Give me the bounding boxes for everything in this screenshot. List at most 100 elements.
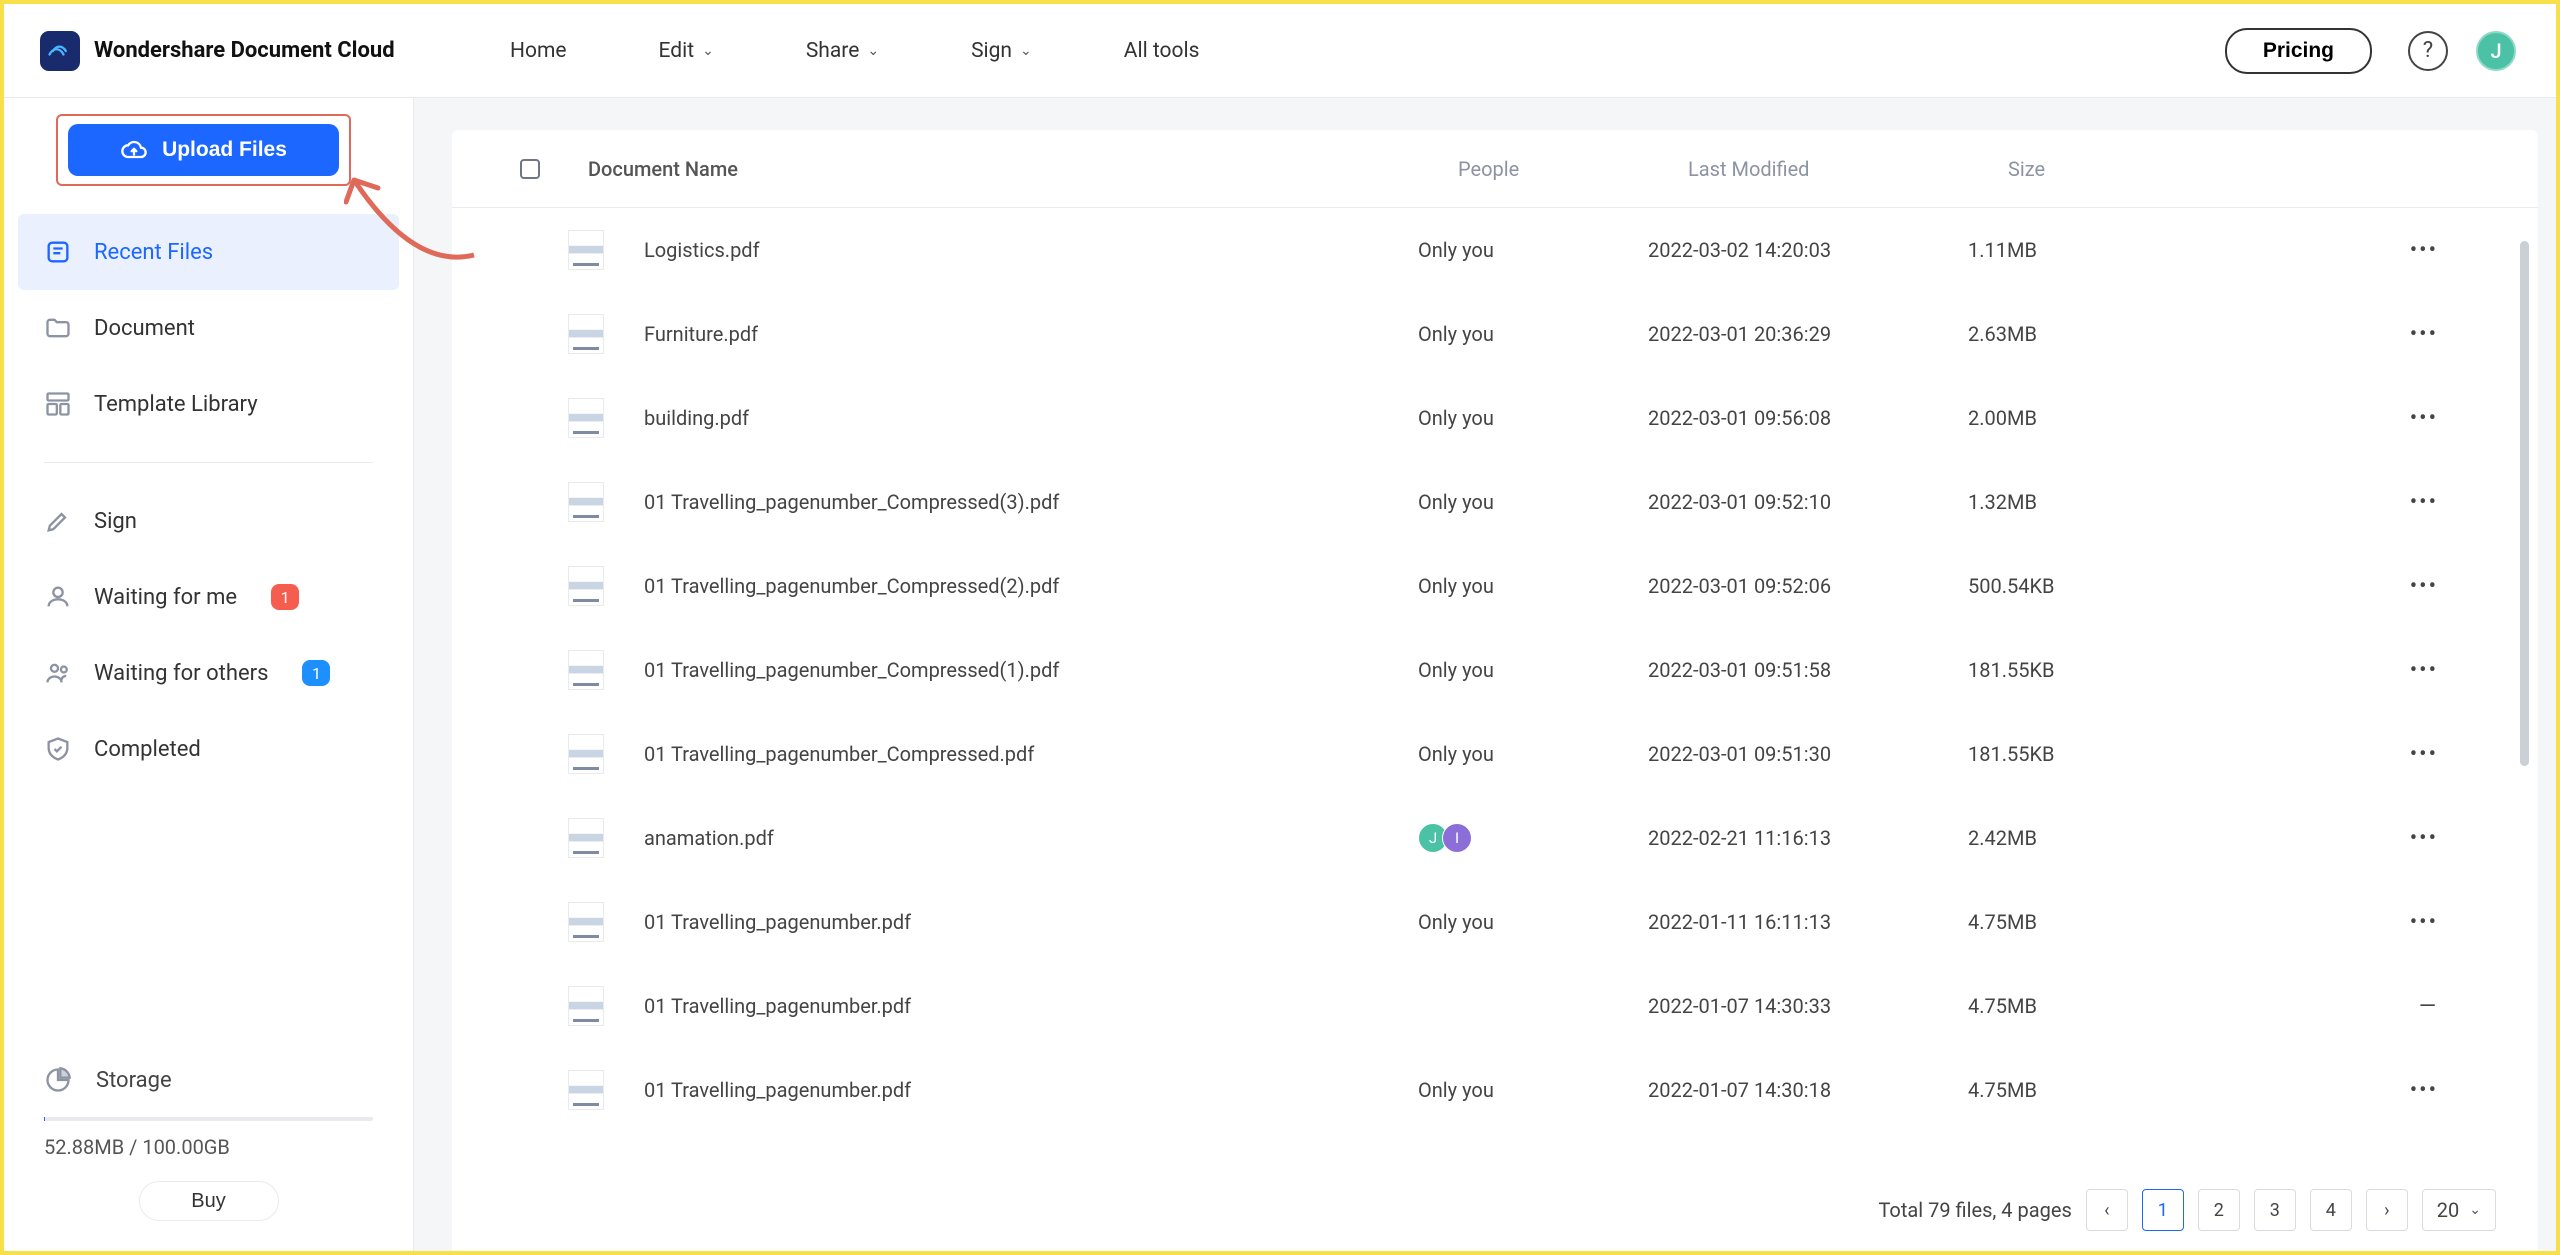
user-avatar[interactable]: J [2476, 31, 2516, 71]
row-more-icon[interactable]: ••• [2398, 826, 2438, 851]
row-more-icon[interactable]: ••• [2398, 490, 2438, 515]
table-row[interactable]: building.pdfOnly you2022-03-01 09:56:082… [452, 376, 2538, 460]
badge-count: 1 [302, 660, 330, 686]
nav-share[interactable]: Share⌄ [806, 39, 879, 63]
file-modified: 2022-03-01 20:36:29 [1648, 322, 1968, 346]
sidebar-item-sign[interactable]: Sign [18, 483, 399, 559]
sidebar-item-label: Template Library [94, 392, 258, 417]
file-size: 181.55KB [1968, 658, 2398, 682]
nav-home[interactable]: Home [510, 39, 567, 63]
table-row[interactable]: 01 Travelling_pagenumber_Compressed(2).p… [452, 544, 2538, 628]
page-next-button[interactable]: › [2366, 1189, 2408, 1231]
file-thumb-icon [568, 314, 604, 354]
page-number-button[interactable]: 1 [2142, 1189, 2184, 1231]
page-size-select[interactable]: 20⌄ [2422, 1189, 2496, 1231]
people-avatar: I [1442, 823, 1472, 853]
file-modified: 2022-01-07 14:30:18 [1648, 1078, 1968, 1102]
sidebar: Upload Files Recent Files Document [4, 98, 414, 1251]
sidebar-item-template-library[interactable]: Template Library [18, 366, 399, 442]
page-number-button[interactable]: 2 [2198, 1189, 2240, 1231]
page-size-value: 20 [2437, 1198, 2459, 1222]
file-people: Only you [1418, 742, 1648, 766]
column-header-size[interactable]: Size [2008, 157, 2438, 181]
table-row[interactable]: 01 Travelling_pagenumber.pdf2022-01-07 1… [452, 964, 2538, 1048]
column-header-name[interactable]: Document Name [588, 157, 1458, 181]
table-row[interactable]: 01 Travelling_pagenumber.pdfOnly you2022… [452, 1048, 2538, 1132]
table-row[interactable]: 01 Travelling_pagenumber_Compressed.pdfO… [452, 712, 2538, 796]
page-number-button[interactable]: 4 [2310, 1189, 2352, 1231]
row-more-icon[interactable]: ••• [2398, 910, 2438, 935]
sidebar-item-recent-files[interactable]: Recent Files [18, 214, 399, 290]
file-name: Furniture.pdf [644, 322, 1418, 346]
table-row[interactable]: 01 Travelling_pagenumber.pdfOnly you2022… [452, 880, 2538, 964]
table-row[interactable]: 01 Travelling_pagenumber_Compressed(1).p… [452, 628, 2538, 712]
row-more-icon[interactable]: ••• [2398, 238, 2438, 263]
header: Wondershare Document Cloud Home Edit⌄ Sh… [4, 4, 2556, 98]
file-modified: 2022-03-01 09:56:08 [1648, 406, 1968, 430]
file-size: 2.42MB [1968, 826, 2398, 850]
sidebar-item-label: Document [94, 316, 195, 341]
storage-bar [44, 1117, 373, 1121]
buy-button[interactable]: Buy [139, 1181, 279, 1221]
table-row[interactable]: Furniture.pdfOnly you2022-03-01 20:36:29… [452, 292, 2538, 376]
column-header-people[interactable]: People [1458, 157, 1688, 181]
storage-text: 52.88MB / 100.00GB [44, 1135, 373, 1159]
select-all-checkbox[interactable] [520, 159, 540, 179]
table-row[interactable]: 01 Travelling_pagenumber_Compressed(3).p… [452, 460, 2538, 544]
file-name: 01 Travelling_pagenumber_Compressed(2).p… [644, 574, 1418, 598]
file-size: 4.75MB [1968, 1078, 2398, 1102]
file-thumb-icon [568, 230, 604, 270]
nav-share-label: Share [806, 39, 860, 63]
person-icon [44, 583, 72, 611]
row-more-icon[interactable]: ••• [2398, 322, 2438, 347]
page-prev-button[interactable]: ‹ [2086, 1189, 2128, 1231]
file-name: 01 Travelling_pagenumber.pdf [644, 910, 1418, 934]
nav-sign-label: Sign [971, 39, 1012, 63]
pen-icon [44, 507, 72, 535]
logo[interactable]: Wondershare Document Cloud [40, 31, 430, 71]
page-number-button[interactable]: 3 [2254, 1189, 2296, 1231]
folder-icon [44, 314, 72, 342]
row-more-icon[interactable]: ••• [2398, 406, 2438, 431]
row-more-icon[interactable]: ••• [2398, 574, 2438, 599]
file-people: Only you [1418, 406, 1648, 430]
row-more-icon[interactable]: ••• [2398, 1078, 2438, 1103]
nav-edit[interactable]: Edit⌄ [659, 39, 714, 63]
file-thumb-icon [568, 482, 604, 522]
chevron-down-icon: ⌄ [1020, 43, 1032, 59]
file-size: 4.75MB [1968, 910, 2398, 934]
column-header-modified[interactable]: Last Modified [1688, 157, 2008, 181]
file-size: 1.32MB [1968, 490, 2398, 514]
file-modified: 2022-03-01 09:52:10 [1648, 490, 1968, 514]
help-icon[interactable]: ? [2408, 31, 2448, 71]
sidebar-item-label: Waiting for others [94, 661, 268, 686]
file-name: 01 Travelling_pagenumber.pdf [644, 994, 1418, 1018]
sidebar-item-waiting-for-me[interactable]: Waiting for me 1 [18, 559, 399, 635]
file-people: Only you [1418, 910, 1648, 934]
recent-icon [44, 238, 72, 266]
table-row[interactable]: Logistics.pdfOnly you2022-03-02 14:20:03… [452, 208, 2538, 292]
table-row[interactable]: anamation.pdfJI2022-02-21 11:16:132.42MB… [452, 796, 2538, 880]
row-more-icon[interactable]: ••• [2398, 658, 2438, 683]
file-modified: 2022-01-11 16:11:13 [1648, 910, 1968, 934]
nav-all-tools[interactable]: All tools [1124, 39, 1200, 63]
sidebar-item-completed[interactable]: Completed [18, 711, 399, 787]
file-size: 1.11MB [1968, 238, 2398, 262]
shield-check-icon [44, 735, 72, 763]
chevron-down-icon: ⌄ [702, 43, 714, 59]
file-modified: 2022-03-01 09:51:58 [1648, 658, 1968, 682]
pie-icon [44, 1066, 72, 1094]
row-dash-icon[interactable]: — [2398, 994, 2438, 1019]
sidebar-item-document[interactable]: Document [18, 290, 399, 366]
upload-files-button[interactable]: Upload Files [68, 124, 339, 176]
row-more-icon[interactable]: ••• [2398, 742, 2438, 767]
sidebar-item-waiting-for-others[interactable]: Waiting for others 1 [18, 635, 399, 711]
template-icon [44, 390, 72, 418]
top-nav: Home Edit⌄ Share⌄ Sign⌄ All tools [510, 39, 1199, 63]
scrollbar[interactable] [2520, 241, 2529, 766]
logo-icon [40, 31, 80, 71]
file-thumb-icon [568, 986, 604, 1026]
file-thumb-icon [568, 650, 604, 690]
pricing-button[interactable]: Pricing [2225, 28, 2372, 74]
nav-sign[interactable]: Sign ⌄ [971, 39, 1032, 63]
